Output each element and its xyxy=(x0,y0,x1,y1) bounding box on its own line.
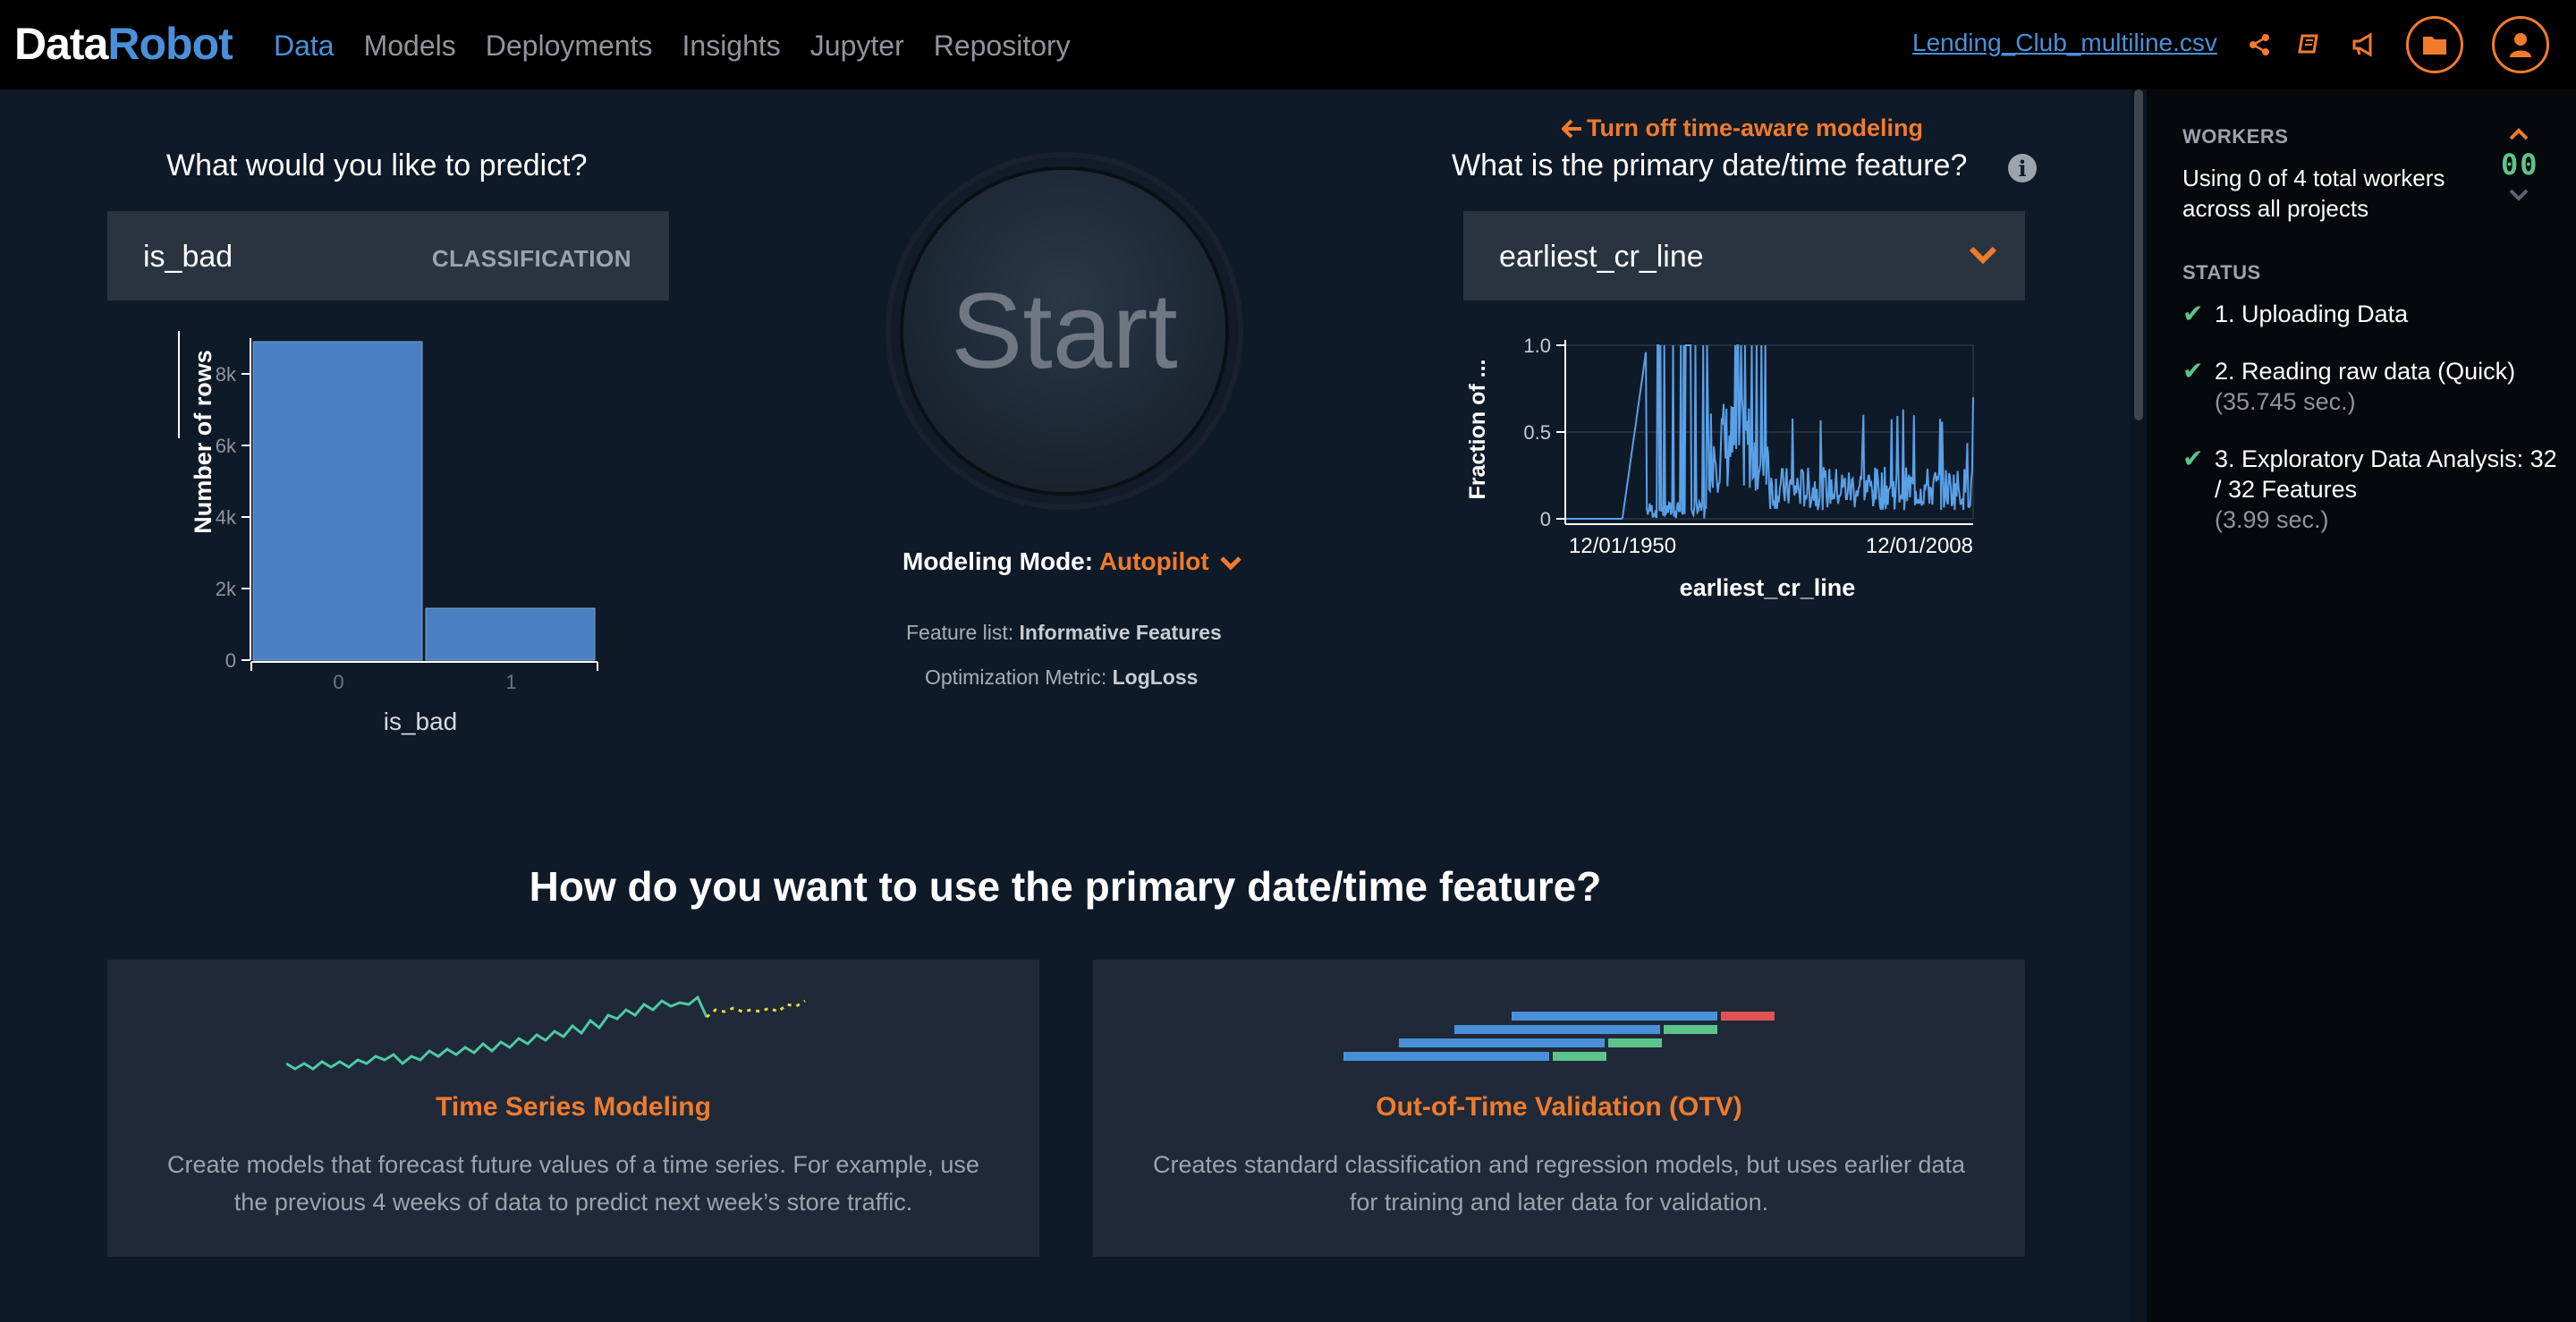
main-scrollbar[interactable] xyxy=(2131,89,2147,1322)
otv-title: Out-of-Time Validation (OTV) xyxy=(1376,1092,1742,1122)
date-chart-x-label: earliest_cr_line xyxy=(1680,574,1856,601)
time-series-desc: Create models that forecast future value… xyxy=(167,1151,979,1216)
user-button[interactable] xyxy=(2492,16,2549,73)
histogram-x-tick: 0 xyxy=(333,671,343,693)
folder-button[interactable] xyxy=(2406,16,2463,73)
turn-off-label: Turn off time-aware modeling xyxy=(1587,114,1924,141)
book-icon[interactable] xyxy=(2292,27,2327,63)
user-icon xyxy=(2510,33,2531,57)
main-nav: Data Models Deployments Insights Jupyter… xyxy=(274,30,1100,63)
target-question: What would you like to predict? xyxy=(166,148,588,182)
date-y-tick: 0 xyxy=(1540,508,1551,530)
date-chart-y-label: Fraction of ... xyxy=(1465,360,1490,500)
status-label: 3. Exploratory Data Analysis: 32 / 32 Fe… xyxy=(2215,445,2557,503)
date-feature-question: What is the primary date/time feature? xyxy=(1452,148,1968,182)
workers-text: Using 0 of 4 total workers across all pr… xyxy=(2182,165,2445,222)
status-time: (3.99 sec.) xyxy=(2215,506,2329,533)
modeling-mode-label: Modeling Mode: xyxy=(902,547,1094,575)
check-icon: ✔ xyxy=(2182,357,2204,385)
dataset-filename-link[interactable]: Lending_Club_multiline.csv xyxy=(1912,29,2217,57)
histogram-x-tick: 1 xyxy=(505,671,516,693)
nav-insights[interactable]: Insights xyxy=(682,30,781,63)
chevron-down-icon[interactable] xyxy=(1219,555,1242,572)
target-type-badge: CLASSIFICATION xyxy=(431,245,631,272)
start-button-ring: Start xyxy=(886,152,1243,510)
histogram-x-label: is_bad xyxy=(384,708,458,735)
arrow-left-icon xyxy=(1561,119,1581,139)
metric-label: Optimization Metric: xyxy=(925,665,1107,689)
info-icon[interactable]: i xyxy=(2008,154,2037,182)
folder-icon xyxy=(2423,37,2446,55)
time-series-illustration xyxy=(286,995,806,1071)
turn-off-time-aware-link[interactable]: Turn off time-aware modeling xyxy=(1561,114,1924,142)
status-label: 2. Reading raw data (Quick) xyxy=(2215,358,2516,385)
time-series-title: Time Series Modeling xyxy=(436,1092,711,1122)
right-panel: WORKERS Using 0 of 4 total workers acros… xyxy=(2147,89,2576,1322)
chevron-up-icon[interactable] xyxy=(2508,127,2529,141)
histogram-bar[interactable] xyxy=(252,341,423,661)
datarobot-logo[interactable]: DataRobot xyxy=(14,18,233,70)
usage-section-title: How do you want to use the primary date/… xyxy=(529,863,1602,910)
status-label: 1. Uploading Data xyxy=(2215,301,2409,327)
nav-repository[interactable]: Repository xyxy=(934,30,1071,63)
top-bar: DataRobot Data Models Deployments Insigh… xyxy=(0,0,2576,89)
target-input[interactable]: is_bad CLASSIFICATION xyxy=(107,211,669,301)
date-feature-select[interactable]: earliest_cr_line xyxy=(1463,211,2025,301)
modeling-mode-value[interactable]: Autopilot xyxy=(1099,547,1209,575)
metric-line: Optimization Metric: LogLoss xyxy=(925,665,1198,690)
status-item: ✔ 1. Uploading Data xyxy=(2182,299,2408,329)
histogram-y-tick: 4k xyxy=(216,506,237,529)
status-time: (35.745 sec.) xyxy=(2215,388,2356,415)
otv-desc: Creates standard classification and regr… xyxy=(1153,1151,1965,1216)
nav-data[interactable]: Data xyxy=(274,30,335,63)
nav-models[interactable]: Models xyxy=(364,30,456,63)
nav-jupyter[interactable]: Jupyter xyxy=(810,30,904,63)
histogram-y-label: Number of rows xyxy=(190,350,216,534)
check-icon: ✔ xyxy=(2182,300,2204,327)
histogram-y-tick: 6k xyxy=(216,435,237,457)
megaphone-icon[interactable] xyxy=(2347,27,2383,63)
modeling-mode[interactable]: Modeling Mode: Autopilot xyxy=(902,547,1242,576)
scrollbar-thumb[interactable] xyxy=(2134,89,2143,420)
status-item: ✔ 2. Reading raw data (Quick) (35.745 sec… xyxy=(2182,356,2563,417)
workers-count: 00 xyxy=(2501,148,2539,182)
target-name: is_bad xyxy=(143,240,233,274)
chevron-down-icon xyxy=(1969,246,1997,265)
start-button[interactable]: Start xyxy=(903,170,1225,492)
histogram-y-tick: 0 xyxy=(225,649,236,672)
metric-value[interactable]: LogLoss xyxy=(1113,665,1199,689)
date-feature-selected: earliest_cr_line xyxy=(1499,240,1704,274)
main-content: What would you like to predict? is_bad C… xyxy=(0,89,2131,1322)
histogram-y-tick: 8k xyxy=(216,363,237,386)
start-label: Start xyxy=(951,271,1178,391)
otv-illustration xyxy=(1343,1012,1775,1061)
feature-list-value[interactable]: Informative Features xyxy=(1020,621,1222,644)
date-x-tick-end: 12/01/2008 xyxy=(1866,534,1973,558)
histogram-bar[interactable] xyxy=(425,607,596,661)
otv-card[interactable]: Out-of-Time Validation (OTV) Creates sta… xyxy=(1093,960,2025,1257)
nav-deployments[interactable]: Deployments xyxy=(486,30,653,63)
date-x-tick-start: 12/01/1950 xyxy=(1569,534,1676,558)
date-feature-chart: Fraction of ... 0 0.5 1.0 12/01/1950 12/01… xyxy=(1465,335,1974,601)
time-series-card[interactable]: Time Series Modeling Create models that … xyxy=(107,960,1039,1257)
status-title: STATUS xyxy=(2182,261,2261,284)
check-icon: ✔ xyxy=(2182,445,2204,472)
date-y-tick: 1.0 xyxy=(1523,335,1551,357)
status-item: ✔ 3. Exploratory Data Analysis: 32 / 32 … xyxy=(2182,444,2563,535)
chevron-down-icon[interactable] xyxy=(2508,188,2529,202)
target-histogram: Number of rows 0 2k 4k 6k 8k 0 1 is_bad xyxy=(178,331,598,735)
date-y-tick: 0.5 xyxy=(1523,421,1551,444)
feature-list-line: Feature list: Informative Features xyxy=(906,621,1222,645)
workers-title: WORKERS xyxy=(2182,125,2289,148)
feature-list-label: Feature list: xyxy=(906,621,1014,644)
share-icon[interactable] xyxy=(2241,27,2277,63)
histogram-y-tick: 2k xyxy=(216,578,237,600)
